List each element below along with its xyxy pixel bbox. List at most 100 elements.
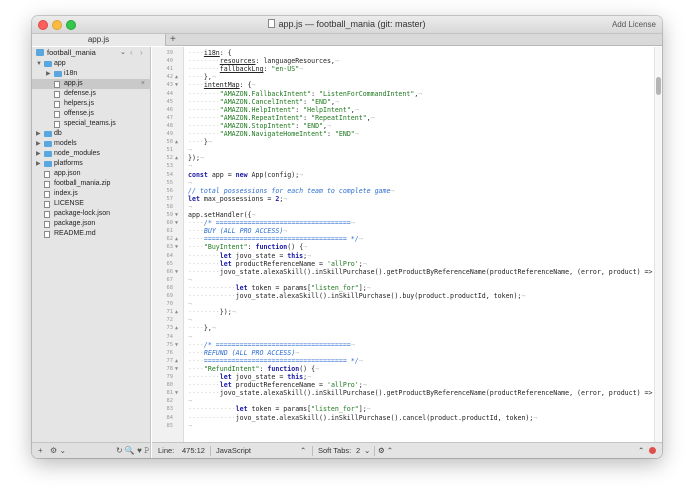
code-line[interactable]: 47 ········"AMAZON.RepeatIntent": "Repeat…: [152, 114, 652, 122]
tree-item[interactable]: defense.js: [32, 89, 151, 99]
code-line[interactable]: 72 ¬: [152, 316, 652, 324]
code-line[interactable]: 67 ¬: [152, 276, 652, 284]
code-line[interactable]: 64 ········let jovo_state = this;¬: [152, 252, 652, 260]
soft-tabs-label[interactable]: Soft Tabs:: [318, 443, 351, 458]
code-line[interactable]: 65 ········let productReferenceName = 'al…: [152, 260, 652, 268]
fold-close-icon[interactable]: ▲: [175, 138, 178, 146]
code-line[interactable]: 71 ▲ ········});¬: [152, 308, 652, 316]
code-line[interactable]: 85 ¬: [152, 422, 652, 430]
tree-item[interactable]: offense.js: [32, 109, 151, 119]
code-line[interactable]: 42 ▲ ····},¬: [152, 73, 652, 81]
code-line[interactable]: 84 ············jovo_state.alexaSkill().in…: [152, 414, 652, 422]
code-editor[interactable]: 39 ····i18n: {40 ········resources: langua…: [152, 47, 662, 442]
tree-item[interactable]: app.js ×: [32, 79, 151, 89]
code-line[interactable]: 41 ········fallbackLng: "en-US"¬: [152, 65, 652, 73]
code-line[interactable]: 76 ····REFUND (ALL PRO ACCESS)¬: [152, 349, 652, 357]
code-line[interactable]: 82 ¬: [152, 397, 652, 405]
chevron-updown-icon[interactable]: ⌃: [638, 443, 644, 458]
add-file-button[interactable]: +: [38, 443, 43, 458]
code-line[interactable]: 63 ▼ ····"BuyIntent": function() {¬: [152, 243, 652, 251]
code-line[interactable]: 77 ▲ ····=================================…: [152, 357, 652, 365]
code-line[interactable]: 43 ▼ ····intentMap: {¬: [152, 81, 652, 89]
code-line[interactable]: 58 ¬: [152, 203, 652, 211]
tree-item[interactable]: ▶ models: [32, 139, 151, 149]
fold-close-icon[interactable]: ▲: [175, 324, 178, 332]
code-line[interactable]: 57 let max_possessions = 2;¬: [152, 195, 652, 203]
code-line[interactable]: 49 ········"AMAZON.NavigateHomeIntent": "…: [152, 130, 652, 138]
code-line[interactable]: 62 ▲ ····=================================…: [152, 235, 652, 243]
fold-open-icon[interactable]: ▼: [175, 341, 178, 349]
chevron-down-icon[interactable]: ⌄: [364, 443, 370, 458]
sidebar-tools[interactable]: ↻ 🔍 ♥ 𝙿: [116, 443, 150, 458]
gear-icon[interactable]: ⚙ ⌄: [50, 443, 66, 458]
code-line[interactable]: 80 ········let productReferenceName = 'al…: [152, 381, 652, 389]
tree-item[interactable]: ▶ db: [32, 129, 151, 139]
fold-open-icon[interactable]: ▼: [175, 211, 178, 219]
code-line[interactable]: 55 ¬: [152, 179, 652, 187]
code-line[interactable]: 51 ¬: [152, 146, 652, 154]
disclosure-closed-icon[interactable]: ▶: [36, 149, 41, 159]
disclosure-closed-icon[interactable]: ▶: [36, 129, 41, 139]
tree-item[interactable]: special_teams.js: [32, 119, 151, 129]
gear-icon[interactable]: ⚙ ⌃: [378, 443, 393, 458]
code-line[interactable]: 75 ▼ ····/* ==============================…: [152, 341, 652, 349]
fold-close-icon[interactable]: ▲: [175, 73, 178, 81]
code-line[interactable]: 61 ····BUY (ALL PRO ACCESS)¬: [152, 227, 652, 235]
disclosure-closed-icon[interactable]: ▶: [36, 159, 41, 169]
fold-open-icon[interactable]: ▼: [175, 219, 178, 227]
code-line[interactable]: 59 ▼ app.setHandler({¬: [152, 211, 652, 219]
code-line[interactable]: 73 ▲ ····},¬: [152, 324, 652, 332]
fold-open-icon[interactable]: ▼: [175, 243, 178, 251]
code-line[interactable]: 52 ▲});¬: [152, 154, 652, 162]
code-line[interactable]: 79 ········let jovo_state = this;¬: [152, 373, 652, 381]
tab-size-value[interactable]: 2: [356, 443, 360, 458]
chevron-down-icon[interactable]: ⌄: [120, 47, 126, 58]
tree-item[interactable]: ▶ i18n: [32, 69, 151, 79]
tree-item[interactable]: app.json: [32, 169, 151, 179]
code-line[interactable]: 70 ¬: [152, 300, 652, 308]
code-line[interactable]: 53 ¬: [152, 162, 652, 170]
fold-open-icon[interactable]: ▼: [175, 389, 178, 397]
disclosure-open-icon[interactable]: ▼: [36, 59, 42, 69]
back-button[interactable]: ‹: [130, 47, 133, 58]
fold-open-icon[interactable]: ▼: [175, 365, 178, 373]
code-line[interactable]: 46 ········"AMAZON.HelpIntent": "HelpInte…: [152, 106, 652, 114]
tree-item[interactable]: ▶ platforms: [32, 159, 151, 169]
code-line[interactable]: 50 ▲ ····}¬: [152, 138, 652, 146]
code-line[interactable]: 83 ············let token = params["listen…: [152, 405, 652, 413]
vertical-scrollbar[interactable]: [654, 47, 662, 442]
tree-item[interactable]: LICENSE: [32, 199, 151, 209]
fold-close-icon[interactable]: ▲: [175, 357, 178, 365]
fold-open-icon[interactable]: ▼: [175, 81, 178, 89]
code-line[interactable]: 45 ········"AMAZON.CancelIntent": "END",¬: [152, 98, 652, 106]
tree-item[interactable]: package.json: [32, 219, 151, 229]
tree-item[interactable]: football_mania.zip: [32, 179, 151, 189]
code-line[interactable]: 66 ▼ ········jovo_state.alexaSkill().inSki…: [152, 268, 663, 276]
code-line[interactable]: 74 ¬: [152, 333, 652, 341]
language-selector[interactable]: JavaScript: [216, 443, 251, 458]
project-selector[interactable]: football_mania ⌄ ‹ ›: [32, 47, 151, 58]
code-line[interactable]: 56 // total possessions for each team to …: [152, 187, 652, 195]
code-line[interactable]: 78 ▼ ····"RefundIntent": function() {¬: [152, 365, 652, 373]
fold-close-icon[interactable]: ▲: [175, 235, 178, 243]
tree-item[interactable]: ▼ app: [32, 59, 151, 69]
close-icon[interactable]: ×: [141, 79, 145, 89]
tree-item[interactable]: helpers.js: [32, 99, 151, 109]
code-line[interactable]: 68 ············let token = params["listen…: [152, 284, 652, 292]
fold-close-icon[interactable]: ▲: [175, 308, 178, 316]
code-line[interactable]: 44 ········"AMAZON.FallbackIntent": "List…: [152, 90, 652, 98]
tree-item[interactable]: ▶ node_modules: [32, 149, 151, 159]
new-tab-button[interactable]: +: [170, 34, 176, 45]
disclosure-closed-icon[interactable]: ▶: [36, 139, 41, 149]
fold-open-icon[interactable]: ▼: [175, 268, 178, 276]
add-license-button[interactable]: Add License: [612, 20, 656, 29]
code-line[interactable]: 48 ········"AMAZON.StopIntent": "END",¬: [152, 122, 652, 130]
code-line[interactable]: 39 ····i18n: {: [152, 49, 652, 57]
tree-item[interactable]: index.js: [32, 189, 151, 199]
tab-app-js[interactable]: app.js: [32, 34, 166, 46]
chevron-updown-icon[interactable]: ⌃: [300, 443, 306, 458]
disclosure-closed-icon[interactable]: ▶: [46, 69, 51, 79]
code-line[interactable]: 81 ▼ ········jovo_state.alexaSkill().inSki…: [152, 389, 663, 397]
fold-close-icon[interactable]: ▲: [175, 154, 178, 162]
code-line[interactable]: 40 ········resources: languageResources,¬: [152, 57, 652, 65]
